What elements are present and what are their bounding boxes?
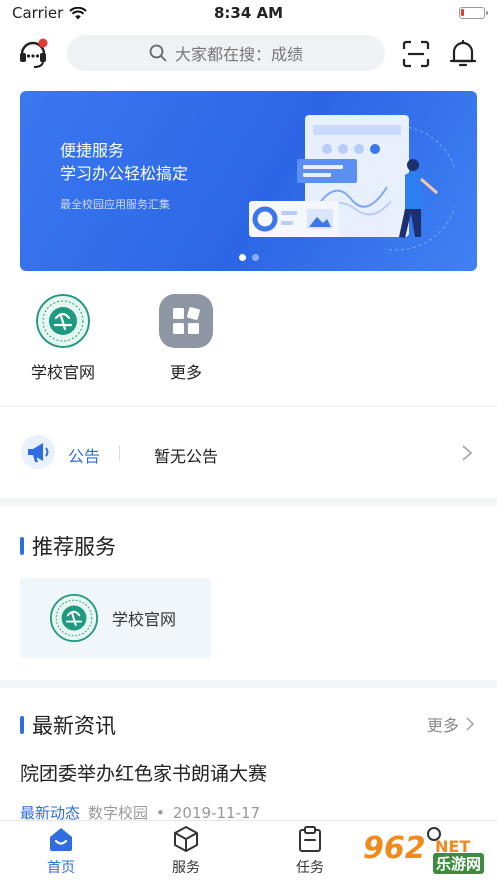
battery-level xyxy=(461,9,464,16)
divider xyxy=(0,498,497,506)
tab-home[interactable]: 首页 xyxy=(16,825,106,877)
quick-apps: 学校官网 更多 xyxy=(0,294,497,394)
banner-subtitle: 最全校园应用服务汇集 xyxy=(60,198,170,211)
news-section-title: 最新资讯 xyxy=(32,714,116,738)
notice-text: 暂无公告 xyxy=(154,447,219,466)
promo-banner[interactable]: 便捷服务 学习办公轻松搞定 最全校园应用服务汇集 xyxy=(20,91,477,271)
pagination-dot[interactable] xyxy=(238,254,246,261)
banner-title-line1: 便捷服务 xyxy=(60,141,125,160)
notice-bar[interactable]: 公告 暂无公告 xyxy=(0,426,497,482)
chevron-right-icon xyxy=(466,717,475,731)
watermark-logo: 962 NET 乐游网 xyxy=(363,829,493,877)
school-logo-icon xyxy=(50,594,98,642)
service-card-school-site[interactable]: 学校官网 xyxy=(20,578,211,658)
tab-label: 任务 xyxy=(296,860,324,876)
news-item-date: 2019-11-17 xyxy=(172,803,261,822)
banner-title-line2: 学习办公轻松搞定 xyxy=(60,164,189,183)
tab-services[interactable]: 服务 xyxy=(141,825,231,877)
grid-more-icon xyxy=(159,294,213,348)
search-placeholder: 大家都在搜：成绩 xyxy=(174,45,303,64)
section-accent xyxy=(20,716,24,734)
scan-icon[interactable] xyxy=(402,40,430,68)
divider xyxy=(0,680,497,688)
watermark-name: 乐游网 xyxy=(433,853,485,874)
notice-label: 公告 xyxy=(68,447,101,466)
quick-app-label: 更多 xyxy=(169,363,202,382)
bell-icon[interactable] xyxy=(449,38,477,68)
chevron-right-icon xyxy=(462,445,473,461)
status-bar: Carrier 8:34 AM xyxy=(0,0,497,26)
search-icon xyxy=(149,44,167,62)
banner-pagination xyxy=(20,254,477,261)
banner-illustration xyxy=(249,115,455,251)
battery-icon xyxy=(459,7,488,19)
news-more-link[interactable]: 更多 xyxy=(427,712,475,736)
grid-glyph xyxy=(173,307,200,334)
section-accent xyxy=(20,537,24,555)
wifi-icon xyxy=(69,6,88,19)
more-label: 更多 xyxy=(426,716,459,735)
quick-app-school-site[interactable]: 学校官网 xyxy=(13,294,113,383)
school-logo-icon xyxy=(36,294,90,348)
top-bar: 大家都在搜：成绩 xyxy=(0,33,497,73)
tab-tasks[interactable]: 任务 xyxy=(265,825,355,877)
clipboard-icon xyxy=(299,826,321,852)
pagination-dot[interactable] xyxy=(251,254,259,261)
megaphone-icon xyxy=(21,435,55,469)
status-left: Carrier xyxy=(12,4,88,22)
recommended-header: 推荐服务 xyxy=(20,531,116,561)
tab-bar: 首页 服务 任务 962 NET 乐游网 xyxy=(0,820,497,883)
home-icon xyxy=(50,828,72,851)
carrier-label: Carrier xyxy=(12,4,64,22)
recommended-title: 推荐服务 xyxy=(32,535,116,559)
cube-icon xyxy=(174,826,198,852)
news-item-title[interactable]: 院团委举办红色家书朗诵大赛 xyxy=(20,759,267,786)
quick-app-label: 学校官网 xyxy=(30,363,95,382)
notice-separator xyxy=(119,445,120,461)
tab-label: 服务 xyxy=(172,860,200,876)
watermark-number: 962 xyxy=(363,831,426,866)
divider xyxy=(0,406,497,407)
search-bar[interactable]: 大家都在搜：成绩 xyxy=(67,35,385,71)
banner-title: 便捷服务 学习办公轻松搞定 xyxy=(60,139,188,185)
news-header: 最新资讯 xyxy=(20,710,116,740)
meta-dot: • xyxy=(156,803,165,822)
service-card-label: 学校官网 xyxy=(112,610,177,629)
quick-app-more[interactable]: 更多 xyxy=(136,294,236,383)
customer-service-icon[interactable] xyxy=(16,36,50,70)
tab-label: 首页 xyxy=(47,860,75,876)
